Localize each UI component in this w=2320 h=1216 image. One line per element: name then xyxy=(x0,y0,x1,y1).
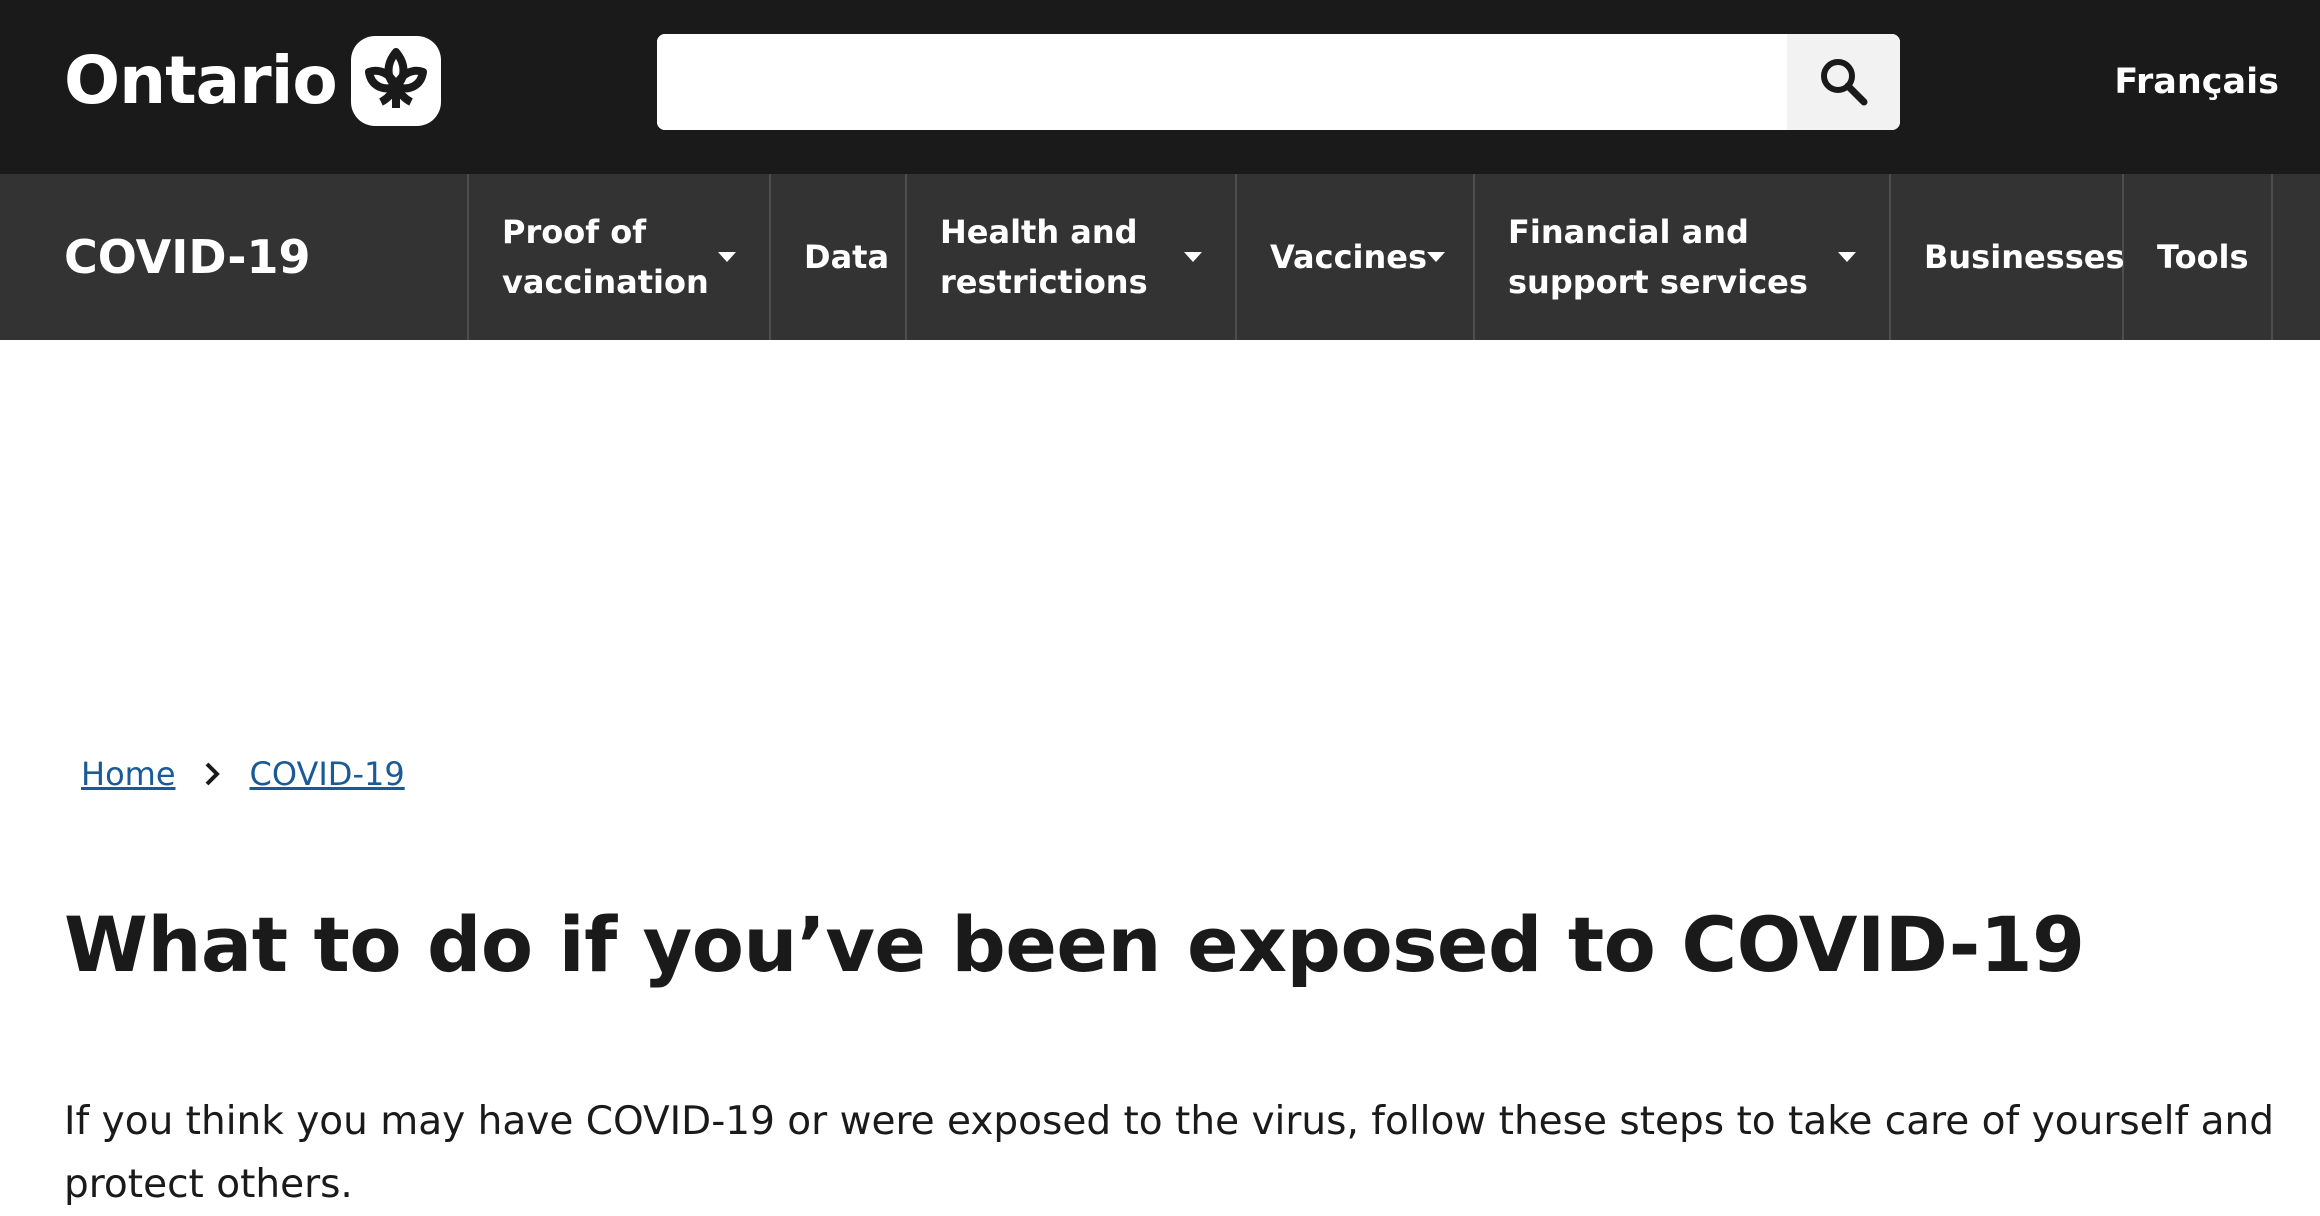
nav-item-label: Vaccines xyxy=(1270,238,1428,276)
nav-item-label: Proof of vaccination xyxy=(502,213,709,301)
breadcrumb-link-home[interactable]: Home xyxy=(81,752,176,796)
search-button[interactable] xyxy=(1787,34,1900,130)
nav-item-businesses[interactable]: Businesses xyxy=(1891,174,2125,340)
top-header: Ontario Français xyxy=(0,0,2320,174)
covid-subnav: COVID-19 Proof of vaccination Data Healt… xyxy=(0,174,2320,340)
nav-item-tools[interactable]: Tools xyxy=(2124,174,2273,340)
nav-item-vaccines[interactable]: Vaccines xyxy=(1237,174,1475,340)
nav-item-health-and-restrictions[interactable]: Health and restrictions xyxy=(907,174,1237,340)
site-title[interactable]: COVID-19 xyxy=(0,174,469,340)
trillium-logo-icon xyxy=(350,36,441,126)
breadcrumb: Home COVID-19 xyxy=(81,752,405,796)
nav-item-label: Data xyxy=(804,238,890,276)
search-input[interactable] xyxy=(657,34,1787,130)
chevron-down-icon xyxy=(1838,252,1856,262)
nav-item-proof-of-vaccination[interactable]: Proof of vaccination xyxy=(469,174,771,340)
nav-item-label: Businesses xyxy=(1924,238,2125,276)
nav-item-label: Financial and support services xyxy=(1508,213,1808,301)
nav-item-label: Tools xyxy=(2157,238,2249,276)
nav-item-data[interactable]: Data xyxy=(771,174,907,340)
search-box xyxy=(657,34,1900,130)
chevron-down-icon xyxy=(1184,252,1202,262)
chevron-right-icon xyxy=(205,762,220,786)
language-toggle-link[interactable]: Français xyxy=(2114,58,2279,106)
search-icon xyxy=(1820,59,1867,106)
chevron-down-icon xyxy=(718,252,736,262)
breadcrumb-link-covid-19[interactable]: COVID-19 xyxy=(250,752,405,796)
nav-item-financial-and-support[interactable]: Financial and support services xyxy=(1475,174,1891,340)
ontario-logo-text: Ontario xyxy=(64,42,338,119)
ontario-logo-link[interactable]: Ontario xyxy=(64,36,441,126)
chevron-down-icon xyxy=(1427,252,1446,262)
nav-item-label: Health and restrictions xyxy=(940,213,1148,301)
intro-paragraph: If you think you may have COVID-19 or we… xyxy=(64,1099,2275,1207)
page-title: What to do if you’ve been exposed to COV… xyxy=(64,900,2085,989)
